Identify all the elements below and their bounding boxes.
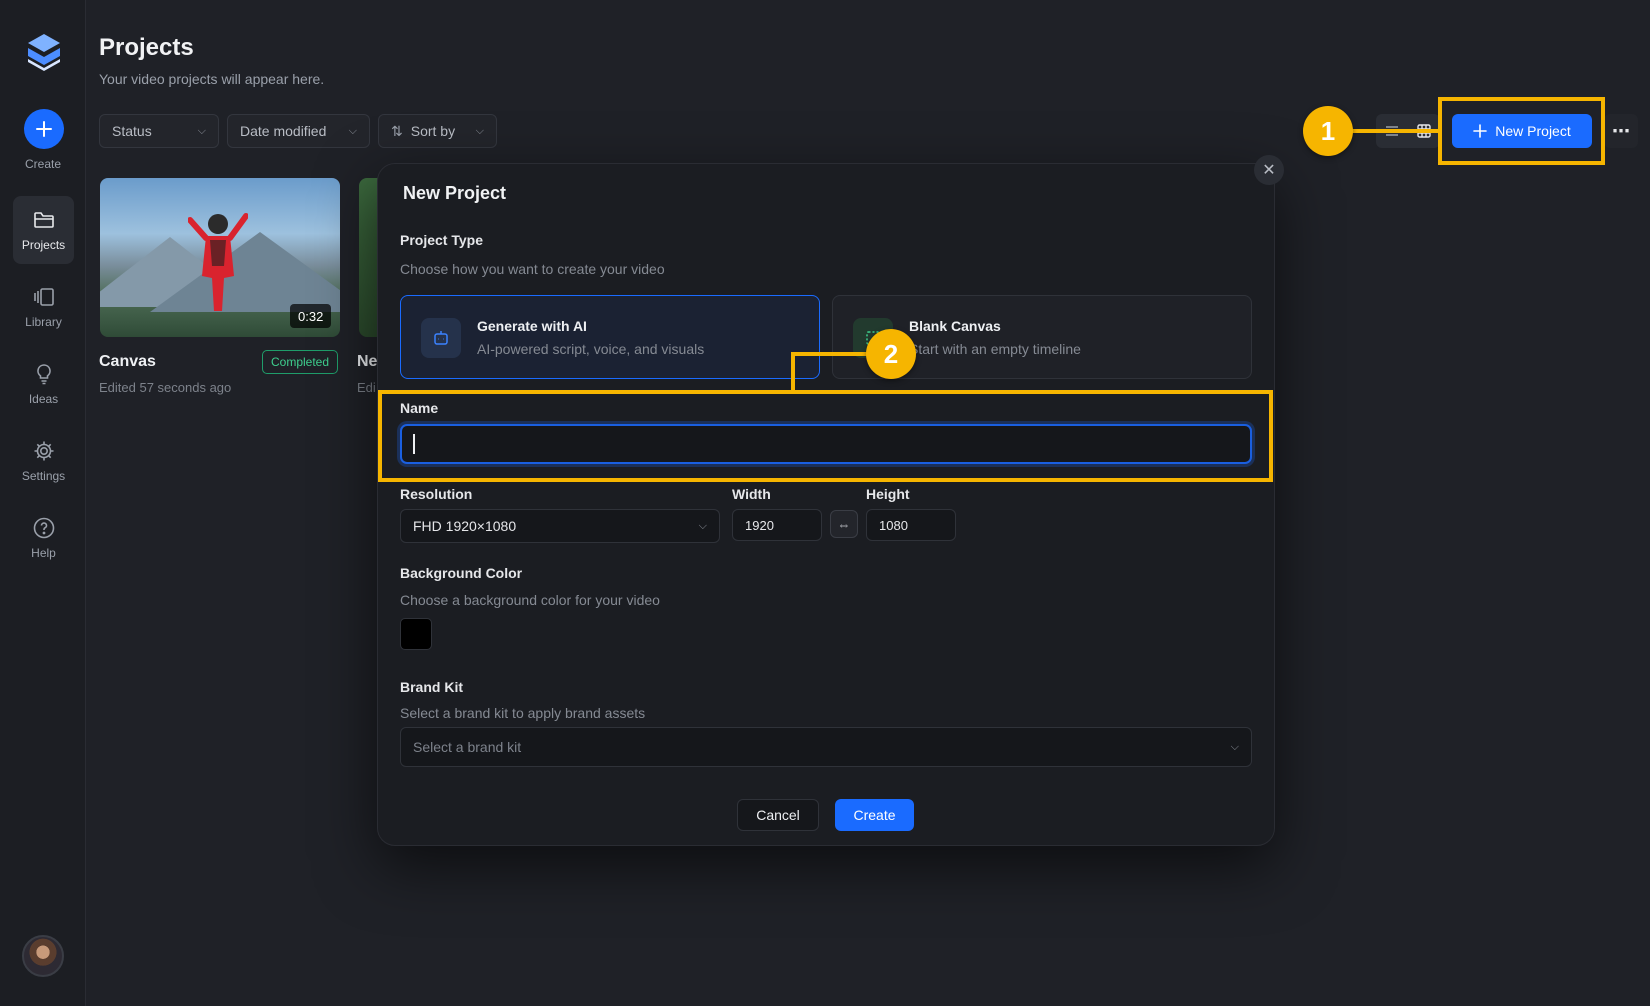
- gear-icon: [34, 441, 53, 461]
- link-aspect-icon[interactable]: ⇔: [830, 510, 858, 538]
- resolution-value: FHD 1920×1080: [413, 518, 517, 534]
- status-filter-label: Status: [112, 123, 152, 139]
- background-color-swatch[interactable]: [400, 618, 432, 650]
- avatar[interactable]: [22, 935, 64, 977]
- resolution-label: Resolution: [400, 486, 473, 502]
- sidebar-item-label: Settings: [21, 469, 66, 483]
- sort-icon: ⇅: [391, 122, 403, 139]
- sidebar-item-label: Library: [25, 315, 62, 329]
- sort-by-label: Sort by: [410, 123, 456, 139]
- project-title[interactable]: Canvas: [99, 353, 156, 371]
- brand-kit-select[interactable]: Select a brand kit ⌵: [400, 727, 1252, 767]
- help-icon: [33, 517, 54, 539]
- status-filter[interactable]: Status ⌵: [99, 114, 219, 148]
- project-type-help: Choose how you want to create your video: [400, 261, 665, 277]
- date-modified-label: Date modified: [240, 123, 327, 139]
- dialog-title: New Project: [403, 183, 507, 203]
- width-label: Width: [732, 486, 771, 502]
- date-modified-filter[interactable]: Date modified ⌵: [227, 114, 370, 148]
- project-edited-time: Edi: [357, 380, 376, 395]
- annotation-connector: [791, 352, 795, 392]
- brand-kit-help: Select a brand kit to apply brand assets: [400, 705, 646, 721]
- brand-kit-placeholder: Select a brand kit: [413, 739, 522, 755]
- video-duration: 0:32: [290, 304, 332, 328]
- folder-icon: [33, 212, 54, 228]
- sort-by-filter[interactable]: ⇅ Sort by ⌵: [378, 114, 497, 148]
- step-marker-2: 2: [866, 329, 916, 379]
- generate-with-ai-option[interactable]: Generate with AI AI-powered script, voic…: [400, 295, 820, 379]
- page-title: Projects: [99, 34, 194, 61]
- create-project-button[interactable]: Create: [835, 799, 914, 831]
- skydiver-image: [188, 213, 248, 311]
- annotation-connector: [791, 352, 871, 356]
- sidebar-item-help[interactable]: Help: [13, 504, 74, 572]
- sidebar-item-settings[interactable]: Settings: [13, 427, 74, 495]
- sidebar-item-label: Help: [31, 546, 56, 560]
- option-description: Start with an empty timeline: [909, 341, 1081, 357]
- sidebar-item-ideas[interactable]: Ideas: [13, 350, 74, 418]
- chevron-down-icon: ⌵: [348, 124, 357, 137]
- option-title: Generate with AI: [477, 318, 587, 334]
- sidebar-item-label: Projects: [21, 238, 66, 252]
- sidebar-item-label: Ideas: [28, 392, 59, 406]
- highlight-name-field: [378, 390, 1273, 482]
- sidebar-item-library[interactable]: Library: [13, 273, 74, 341]
- app-logo-icon[interactable]: [22, 30, 66, 74]
- background-color-help: Choose a background color for your video: [400, 592, 660, 608]
- sidebar: Create Projects Library Ideas Settings H…: [0, 0, 86, 1006]
- height-input[interactable]: 1080: [866, 509, 956, 541]
- lightbulb-icon: [36, 364, 51, 385]
- highlight-new-project: [1438, 97, 1605, 165]
- height-value: 1080: [879, 517, 908, 533]
- project-edited-time: Edited 57 seconds ago: [99, 380, 232, 395]
- option-description: AI-powered script, voice, and visuals: [477, 341, 705, 357]
- project-type-label: Project Type: [400, 232, 483, 248]
- chevron-down-icon: ⌵: [1230, 740, 1239, 753]
- brand-kit-label: Brand Kit: [400, 679, 463, 695]
- step-marker-1: 1: [1303, 106, 1353, 156]
- option-title: Blank Canvas: [909, 318, 1001, 334]
- plus-icon: [36, 121, 52, 137]
- height-label: Height: [866, 486, 910, 502]
- chevron-down-icon: ⌵: [197, 124, 206, 137]
- width-input[interactable]: 1920: [732, 509, 822, 541]
- create-label: Create: [24, 157, 62, 171]
- chevron-down-icon: ⌵: [698, 519, 707, 532]
- chevron-down-icon: ⌵: [475, 124, 484, 137]
- create-button[interactable]: [24, 109, 64, 149]
- library-icon: [33, 288, 54, 306]
- more-options-icon[interactable]: ⋯: [1604, 114, 1638, 148]
- close-icon[interactable]: ✕: [1254, 155, 1284, 185]
- ai-robot-icon: [421, 318, 461, 358]
- sidebar-item-projects[interactable]: Projects: [13, 196, 74, 264]
- page-subtitle: Your video projects will appear here.: [99, 71, 325, 87]
- annotation-connector: [1350, 129, 1440, 133]
- status-badge: Completed: [262, 350, 339, 374]
- project-title[interactable]: Ne: [357, 353, 377, 371]
- background-color-label: Background Color: [400, 565, 523, 581]
- resolution-select[interactable]: FHD 1920×1080 ⌵: [400, 509, 720, 543]
- cancel-button[interactable]: Cancel: [737, 799, 819, 831]
- width-value: 1920: [745, 517, 774, 533]
